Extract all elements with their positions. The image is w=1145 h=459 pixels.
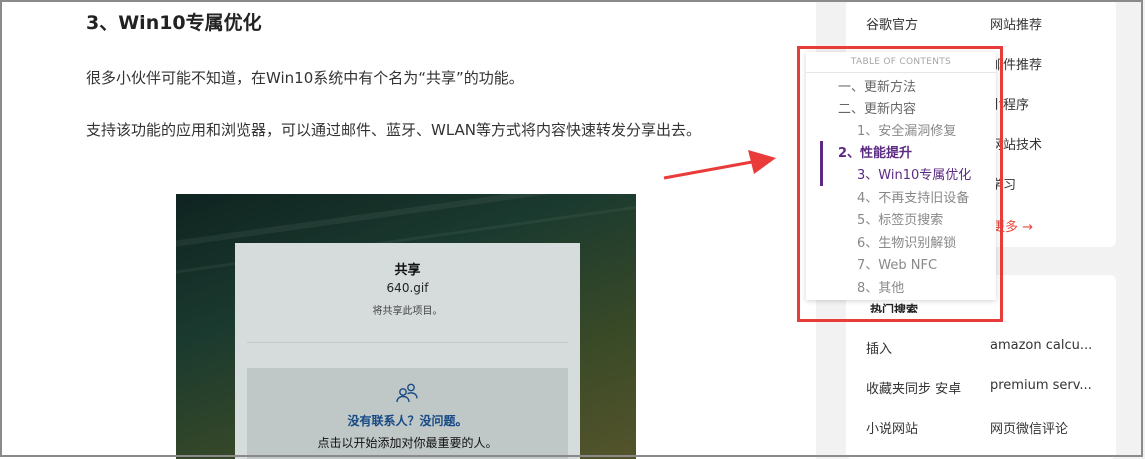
divider: [247, 342, 568, 343]
share-screenshot-image: 共享 640.gif 将共享此项目。 没有联系人？没问题。 点击以开始添加对你最…: [176, 194, 636, 459]
hot-search-link[interactable]: 网页微信评论: [990, 418, 1100, 437]
article: 3、Win10专属优化 很多小伙伴可能不知道，在Win10系统中有个名为“共享”…: [0, 0, 816, 459]
toc-header: TABLE OF CONTENTS: [806, 52, 996, 73]
article-paragraph-2: 支持该功能的应用和浏览器，可以通过邮件、蓝牙、WLAN等方式将内容快速转发分享出…: [86, 121, 702, 139]
hot-search-link[interactable]: 小说网站: [866, 418, 981, 437]
contacts-empty-desc: 点击以开始添加对你最重要的人。: [317, 436, 498, 450]
toc-active-indicator: [820, 141, 823, 186]
toc-item[interactable]: 二、更新内容: [838, 98, 916, 117]
annotation-arrow-icon: [663, 150, 776, 180]
hot-search-link[interactable]: 插入: [866, 338, 981, 357]
sidebar-link[interactable]: 网站推荐: [990, 14, 1100, 33]
share-dialog-subtitle: 将共享此项目。: [372, 306, 443, 317]
toc-item-current[interactable]: 3、Win10专属优化: [857, 164, 971, 183]
toc-item[interactable]: 4、不再支持旧设备: [857, 187, 969, 206]
table-of-contents: TABLE OF CONTENTS 一、更新方法 二、更新内容 1、安全漏洞修复…: [806, 52, 996, 300]
share-dialog: 共享 640.gif 将共享此项目。 没有联系人？没问题。 点击以开始添加对你最…: [235, 243, 580, 459]
toc-item[interactable]: 6、生物识别解锁: [857, 232, 956, 251]
toc-item[interactable]: 1、安全漏洞修复: [857, 120, 956, 139]
sidebar-link[interactable]: 网站技术: [990, 134, 1100, 153]
people-icon: [396, 383, 418, 403]
sidebar-link[interactable]: 谷歌官方: [866, 14, 976, 33]
sidebar-link[interactable]: 小程序: [990, 94, 1100, 113]
hot-search-title: 热门搜索: [870, 303, 919, 313]
contacts-empty-title: 没有联系人？没问题。: [347, 414, 468, 428]
article-paragraph-1: 很多小伙伴可能不知道，在Win10系统中有个名为“共享”的功能。: [86, 69, 524, 87]
toc-item[interactable]: 一、更新方法: [838, 76, 916, 95]
toc-item[interactable]: 7、Web NFC: [857, 254, 937, 273]
toc-item[interactable]: 5、标签页搜索: [857, 209, 943, 228]
toc-item-active[interactable]: 2、性能提升: [838, 142, 912, 161]
hot-search-link[interactable]: premium serv...: [990, 378, 1100, 393]
share-dialog-filename: 640.gif: [386, 281, 429, 295]
add-contacts-panel[interactable]: 没有联系人？没问题。 点击以开始添加对你最重要的人。: [247, 368, 568, 459]
hot-search-link[interactable]: amazon calcu...: [990, 338, 1100, 353]
hot-search-link[interactable]: 收藏夹同步 安卓: [866, 378, 981, 397]
toc-item[interactable]: 8、其他: [857, 277, 904, 296]
sidebar-link[interactable]: 邮件推荐: [990, 54, 1100, 73]
section-heading: 3、Win10专属优化: [86, 12, 262, 34]
share-dialog-title: 共享: [394, 263, 421, 278]
sidebar-link[interactable]: 学习: [990, 174, 1100, 193]
